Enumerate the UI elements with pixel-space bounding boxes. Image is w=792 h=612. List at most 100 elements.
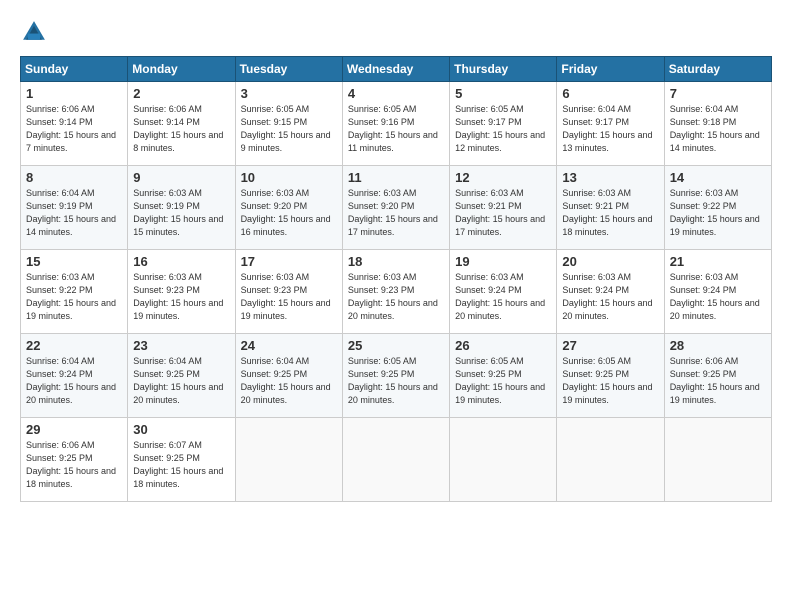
calendar-cell: 7 Sunrise: 6:04 AM Sunset: 9:18 PM Dayli… bbox=[664, 82, 771, 166]
weekday-header-monday: Monday bbox=[128, 57, 235, 82]
calendar-week-3: 15 Sunrise: 6:03 AM Sunset: 9:22 PM Dayl… bbox=[21, 250, 772, 334]
day-info: Sunrise: 6:07 AM Sunset: 9:25 PM Dayligh… bbox=[133, 439, 229, 491]
day-info: Sunrise: 6:03 AM Sunset: 9:23 PM Dayligh… bbox=[133, 271, 229, 323]
day-number: 12 bbox=[455, 170, 551, 185]
day-number: 8 bbox=[26, 170, 122, 185]
day-info: Sunrise: 6:05 AM Sunset: 9:15 PM Dayligh… bbox=[241, 103, 337, 155]
day-number: 28 bbox=[670, 338, 766, 353]
day-info: Sunrise: 6:06 AM Sunset: 9:25 PM Dayligh… bbox=[26, 439, 122, 491]
day-info: Sunrise: 6:05 AM Sunset: 9:25 PM Dayligh… bbox=[348, 355, 444, 407]
calendar-cell: 30 Sunrise: 6:07 AM Sunset: 9:25 PM Dayl… bbox=[128, 418, 235, 502]
day-info: Sunrise: 6:04 AM Sunset: 9:24 PM Dayligh… bbox=[26, 355, 122, 407]
calendar-week-4: 22 Sunrise: 6:04 AM Sunset: 9:24 PM Dayl… bbox=[21, 334, 772, 418]
calendar-cell: 14 Sunrise: 6:03 AM Sunset: 9:22 PM Dayl… bbox=[664, 166, 771, 250]
calendar-cell: 9 Sunrise: 6:03 AM Sunset: 9:19 PM Dayli… bbox=[128, 166, 235, 250]
calendar-cell: 21 Sunrise: 6:03 AM Sunset: 9:24 PM Dayl… bbox=[664, 250, 771, 334]
day-info: Sunrise: 6:03 AM Sunset: 9:20 PM Dayligh… bbox=[348, 187, 444, 239]
day-info: Sunrise: 6:03 AM Sunset: 9:21 PM Dayligh… bbox=[455, 187, 551, 239]
weekday-header-row: SundayMondayTuesdayWednesdayThursdayFrid… bbox=[21, 57, 772, 82]
day-number: 4 bbox=[348, 86, 444, 101]
day-number: 1 bbox=[26, 86, 122, 101]
calendar-cell: 20 Sunrise: 6:03 AM Sunset: 9:24 PM Dayl… bbox=[557, 250, 664, 334]
day-number: 14 bbox=[670, 170, 766, 185]
calendar-cell: 2 Sunrise: 6:06 AM Sunset: 9:14 PM Dayli… bbox=[128, 82, 235, 166]
day-info: Sunrise: 6:03 AM Sunset: 9:20 PM Dayligh… bbox=[241, 187, 337, 239]
calendar-cell: 27 Sunrise: 6:05 AM Sunset: 9:25 PM Dayl… bbox=[557, 334, 664, 418]
calendar-week-5: 29 Sunrise: 6:06 AM Sunset: 9:25 PM Dayl… bbox=[21, 418, 772, 502]
day-info: Sunrise: 6:03 AM Sunset: 9:22 PM Dayligh… bbox=[670, 187, 766, 239]
day-info: Sunrise: 6:04 AM Sunset: 9:25 PM Dayligh… bbox=[133, 355, 229, 407]
day-info: Sunrise: 6:03 AM Sunset: 9:24 PM Dayligh… bbox=[455, 271, 551, 323]
calendar-cell: 8 Sunrise: 6:04 AM Sunset: 9:19 PM Dayli… bbox=[21, 166, 128, 250]
day-number: 18 bbox=[348, 254, 444, 269]
day-info: Sunrise: 6:03 AM Sunset: 9:23 PM Dayligh… bbox=[348, 271, 444, 323]
generalblue-icon bbox=[20, 18, 48, 46]
day-info: Sunrise: 6:05 AM Sunset: 9:25 PM Dayligh… bbox=[562, 355, 658, 407]
day-info: Sunrise: 6:04 AM Sunset: 9:19 PM Dayligh… bbox=[26, 187, 122, 239]
day-info: Sunrise: 6:03 AM Sunset: 9:21 PM Dayligh… bbox=[562, 187, 658, 239]
weekday-header-wednesday: Wednesday bbox=[342, 57, 449, 82]
day-info: Sunrise: 6:05 AM Sunset: 9:17 PM Dayligh… bbox=[455, 103, 551, 155]
day-number: 16 bbox=[133, 254, 229, 269]
day-number: 6 bbox=[562, 86, 658, 101]
day-info: Sunrise: 6:03 AM Sunset: 9:19 PM Dayligh… bbox=[133, 187, 229, 239]
calendar-cell: 23 Sunrise: 6:04 AM Sunset: 9:25 PM Dayl… bbox=[128, 334, 235, 418]
calendar-cell: 29 Sunrise: 6:06 AM Sunset: 9:25 PM Dayl… bbox=[21, 418, 128, 502]
day-number: 7 bbox=[670, 86, 766, 101]
weekday-header-sunday: Sunday bbox=[21, 57, 128, 82]
calendar-week-1: 1 Sunrise: 6:06 AM Sunset: 9:14 PM Dayli… bbox=[21, 82, 772, 166]
calendar-cell: 28 Sunrise: 6:06 AM Sunset: 9:25 PM Dayl… bbox=[664, 334, 771, 418]
day-number: 17 bbox=[241, 254, 337, 269]
calendar-cell: 5 Sunrise: 6:05 AM Sunset: 9:17 PM Dayli… bbox=[450, 82, 557, 166]
calendar-cell bbox=[342, 418, 449, 502]
calendar-cell: 17 Sunrise: 6:03 AM Sunset: 9:23 PM Dayl… bbox=[235, 250, 342, 334]
calendar-cell bbox=[557, 418, 664, 502]
calendar-cell bbox=[450, 418, 557, 502]
day-number: 25 bbox=[348, 338, 444, 353]
day-info: Sunrise: 6:05 AM Sunset: 9:25 PM Dayligh… bbox=[455, 355, 551, 407]
logo bbox=[20, 18, 52, 46]
day-number: 22 bbox=[26, 338, 122, 353]
day-info: Sunrise: 6:04 AM Sunset: 9:17 PM Dayligh… bbox=[562, 103, 658, 155]
day-number: 24 bbox=[241, 338, 337, 353]
weekday-header-friday: Friday bbox=[557, 57, 664, 82]
calendar-cell: 26 Sunrise: 6:05 AM Sunset: 9:25 PM Dayl… bbox=[450, 334, 557, 418]
weekday-header-saturday: Saturday bbox=[664, 57, 771, 82]
day-number: 11 bbox=[348, 170, 444, 185]
day-info: Sunrise: 6:04 AM Sunset: 9:25 PM Dayligh… bbox=[241, 355, 337, 407]
calendar-cell: 25 Sunrise: 6:05 AM Sunset: 9:25 PM Dayl… bbox=[342, 334, 449, 418]
calendar-cell: 13 Sunrise: 6:03 AM Sunset: 9:21 PM Dayl… bbox=[557, 166, 664, 250]
day-number: 9 bbox=[133, 170, 229, 185]
calendar-week-2: 8 Sunrise: 6:04 AM Sunset: 9:19 PM Dayli… bbox=[21, 166, 772, 250]
day-number: 27 bbox=[562, 338, 658, 353]
calendar-cell: 19 Sunrise: 6:03 AM Sunset: 9:24 PM Dayl… bbox=[450, 250, 557, 334]
calendar-cell: 1 Sunrise: 6:06 AM Sunset: 9:14 PM Dayli… bbox=[21, 82, 128, 166]
day-number: 21 bbox=[670, 254, 766, 269]
day-info: Sunrise: 6:06 AM Sunset: 9:25 PM Dayligh… bbox=[670, 355, 766, 407]
day-number: 5 bbox=[455, 86, 551, 101]
calendar-cell: 22 Sunrise: 6:04 AM Sunset: 9:24 PM Dayl… bbox=[21, 334, 128, 418]
day-number: 29 bbox=[26, 422, 122, 437]
calendar-cell: 12 Sunrise: 6:03 AM Sunset: 9:21 PM Dayl… bbox=[450, 166, 557, 250]
page: SundayMondayTuesdayWednesdayThursdayFrid… bbox=[0, 0, 792, 612]
weekday-header-thursday: Thursday bbox=[450, 57, 557, 82]
day-number: 3 bbox=[241, 86, 337, 101]
day-info: Sunrise: 6:04 AM Sunset: 9:18 PM Dayligh… bbox=[670, 103, 766, 155]
calendar-cell bbox=[664, 418, 771, 502]
calendar: SundayMondayTuesdayWednesdayThursdayFrid… bbox=[20, 56, 772, 502]
day-number: 19 bbox=[455, 254, 551, 269]
day-number: 15 bbox=[26, 254, 122, 269]
day-number: 23 bbox=[133, 338, 229, 353]
day-number: 10 bbox=[241, 170, 337, 185]
calendar-cell: 15 Sunrise: 6:03 AM Sunset: 9:22 PM Dayl… bbox=[21, 250, 128, 334]
calendar-cell: 10 Sunrise: 6:03 AM Sunset: 9:20 PM Dayl… bbox=[235, 166, 342, 250]
calendar-cell bbox=[235, 418, 342, 502]
day-info: Sunrise: 6:03 AM Sunset: 9:24 PM Dayligh… bbox=[670, 271, 766, 323]
weekday-header-tuesday: Tuesday bbox=[235, 57, 342, 82]
day-info: Sunrise: 6:05 AM Sunset: 9:16 PM Dayligh… bbox=[348, 103, 444, 155]
day-number: 2 bbox=[133, 86, 229, 101]
calendar-cell: 16 Sunrise: 6:03 AM Sunset: 9:23 PM Dayl… bbox=[128, 250, 235, 334]
day-info: Sunrise: 6:06 AM Sunset: 9:14 PM Dayligh… bbox=[26, 103, 122, 155]
calendar-cell: 3 Sunrise: 6:05 AM Sunset: 9:15 PM Dayli… bbox=[235, 82, 342, 166]
day-number: 13 bbox=[562, 170, 658, 185]
